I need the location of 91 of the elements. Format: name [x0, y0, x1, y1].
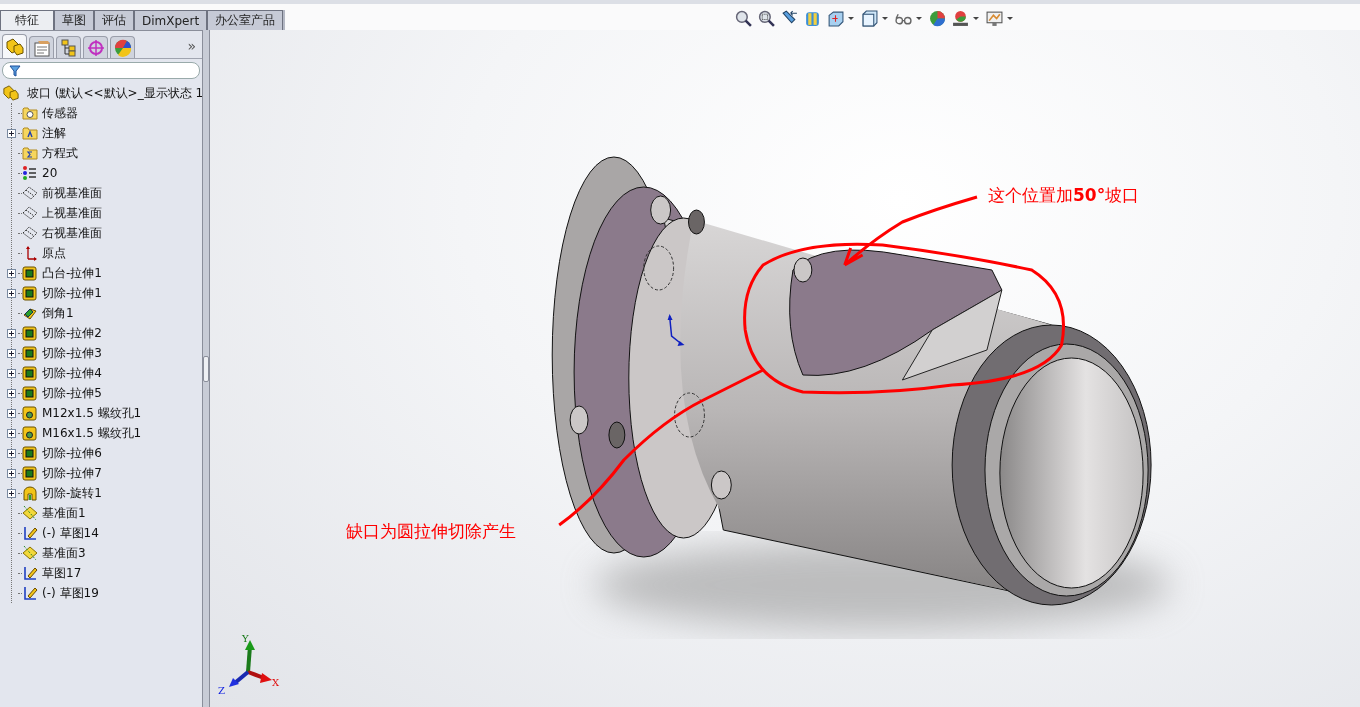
splitter-handle[interactable]: [203, 356, 209, 382]
sensor-icon: [22, 105, 38, 121]
part-icon: [2, 85, 20, 101]
expand-icon[interactable]: [6, 328, 16, 338]
expand-icon[interactable]: [6, 348, 16, 358]
origin-icon: [667, 314, 685, 346]
display-settings-icon[interactable]: [984, 8, 1006, 28]
filter-icon: [9, 64, 21, 77]
tree-item[interactable]: M12x1.5 螺纹孔1: [42, 404, 142, 422]
expand-icon[interactable]: [6, 448, 16, 458]
display-style-icon[interactable]: [859, 8, 881, 28]
tree-item[interactable]: 切除-拉伸6: [42, 444, 102, 462]
tree-item[interactable]: 注解: [42, 124, 66, 142]
tree-item[interactable]: M16x1.5 螺纹孔1: [42, 424, 142, 442]
caret-icon[interactable]: [1007, 16, 1014, 20]
command-tab[interactable]: DimXpert: [134, 10, 208, 30]
caret-icon[interactable]: [848, 16, 855, 20]
sketch-icon: [22, 585, 38, 601]
command-tab[interactable]: 特征: [0, 10, 54, 30]
cut-icon: [22, 325, 38, 341]
tree-item[interactable]: 右视基准面: [42, 224, 102, 242]
tree-item[interactable]: 前视基准面: [42, 184, 102, 202]
configuration-tab-icon[interactable]: [56, 36, 81, 58]
expand-icon[interactable]: [6, 488, 16, 498]
caret-icon[interactable]: [882, 16, 889, 20]
expand-icon[interactable]: [6, 368, 16, 378]
tree-item[interactable]: 20: [42, 166, 58, 180]
cut-icon: [22, 445, 38, 461]
caret-icon[interactable]: [916, 16, 923, 20]
boss-icon: [22, 265, 38, 281]
cut-icon: [22, 285, 38, 301]
cut-icon: [22, 465, 38, 481]
material-icon: [22, 165, 38, 181]
tree-item[interactable]: 方程式: [42, 144, 78, 162]
command-tab[interactable]: 草图: [54, 10, 94, 30]
refplane-icon: [22, 545, 38, 561]
tree-item[interactable]: 上视基准面: [42, 204, 102, 222]
tree-item[interactable]: 切除-拉伸4: [42, 364, 102, 382]
tree-item[interactable]: 切除-拉伸3: [42, 344, 102, 362]
tree-item[interactable]: 原点: [42, 244, 66, 262]
cut-icon: [22, 345, 38, 361]
command-tab[interactable]: 办公室产品: [207, 10, 284, 30]
sketch-icon: [22, 565, 38, 581]
axis-label: X: [272, 678, 280, 688]
tree-item[interactable]: 切除-拉伸7: [42, 464, 102, 482]
tree-item[interactable]: 凸台-拉伸1: [42, 264, 102, 282]
annotation-text: 缺口为圆拉伸切除产生: [346, 520, 516, 543]
tree-item[interactable]: 切除-旋转1: [42, 484, 102, 502]
dimxpert-tab-icon[interactable]: [83, 36, 108, 58]
cut-icon: [22, 385, 38, 401]
annotation-text: 这个位置加50°坡口: [988, 184, 1140, 207]
more-tabs-button[interactable]: »: [187, 38, 196, 54]
tree-item[interactable]: 坡口 (默认<<默认>_显示状态 1: [27, 84, 204, 102]
tree-item[interactable]: 倒角1: [42, 304, 74, 322]
annotation-icon: [22, 125, 38, 141]
hole-icon: [22, 405, 38, 421]
display-tab-icon[interactable]: [110, 36, 135, 58]
plane-icon: [22, 225, 38, 241]
tree-item[interactable]: (-) 草图14: [42, 524, 99, 542]
expand-icon[interactable]: [6, 468, 16, 478]
expand-icon[interactable]: [6, 288, 16, 298]
filter-field[interactable]: [2, 62, 200, 79]
tree-item[interactable]: 切除-拉伸1: [42, 284, 102, 302]
plane-icon: [22, 205, 38, 221]
feature-tree-tab-icon[interactable]: [2, 34, 27, 58]
axis-label: Z: [218, 686, 225, 696]
refplane-icon: [22, 505, 38, 521]
tree-item[interactable]: 传感器: [42, 104, 78, 122]
expand-icon[interactable]: [6, 428, 16, 438]
caret-icon[interactable]: [973, 16, 980, 20]
sketch-icon: [22, 525, 38, 541]
view-orientation-icon[interactable]: [825, 8, 847, 28]
revolve-icon: [22, 485, 38, 501]
property-tab-icon[interactable]: [29, 36, 54, 58]
expand-icon[interactable]: [6, 268, 16, 278]
axis-label: Y: [242, 634, 249, 644]
equation-icon: [22, 145, 38, 161]
command-tab[interactable]: 评估: [94, 10, 134, 30]
tree-item[interactable]: 切除-拉伸2: [42, 324, 102, 342]
tree-item[interactable]: 基准面3: [42, 544, 86, 562]
tree-item[interactable]: 切除-拉伸5: [42, 384, 102, 402]
plane-icon: [22, 185, 38, 201]
tree-item[interactable]: 草图17: [42, 564, 82, 582]
expand-icon[interactable]: [6, 388, 16, 398]
cut-icon: [22, 365, 38, 381]
expand-icon[interactable]: [6, 128, 16, 138]
tree-item[interactable]: 基准面1: [42, 504, 86, 522]
expand-icon[interactable]: [6, 408, 16, 418]
tree-item[interactable]: (-) 草图19: [42, 584, 99, 602]
hole-icon: [22, 425, 38, 441]
chamfer-icon: [22, 305, 38, 321]
